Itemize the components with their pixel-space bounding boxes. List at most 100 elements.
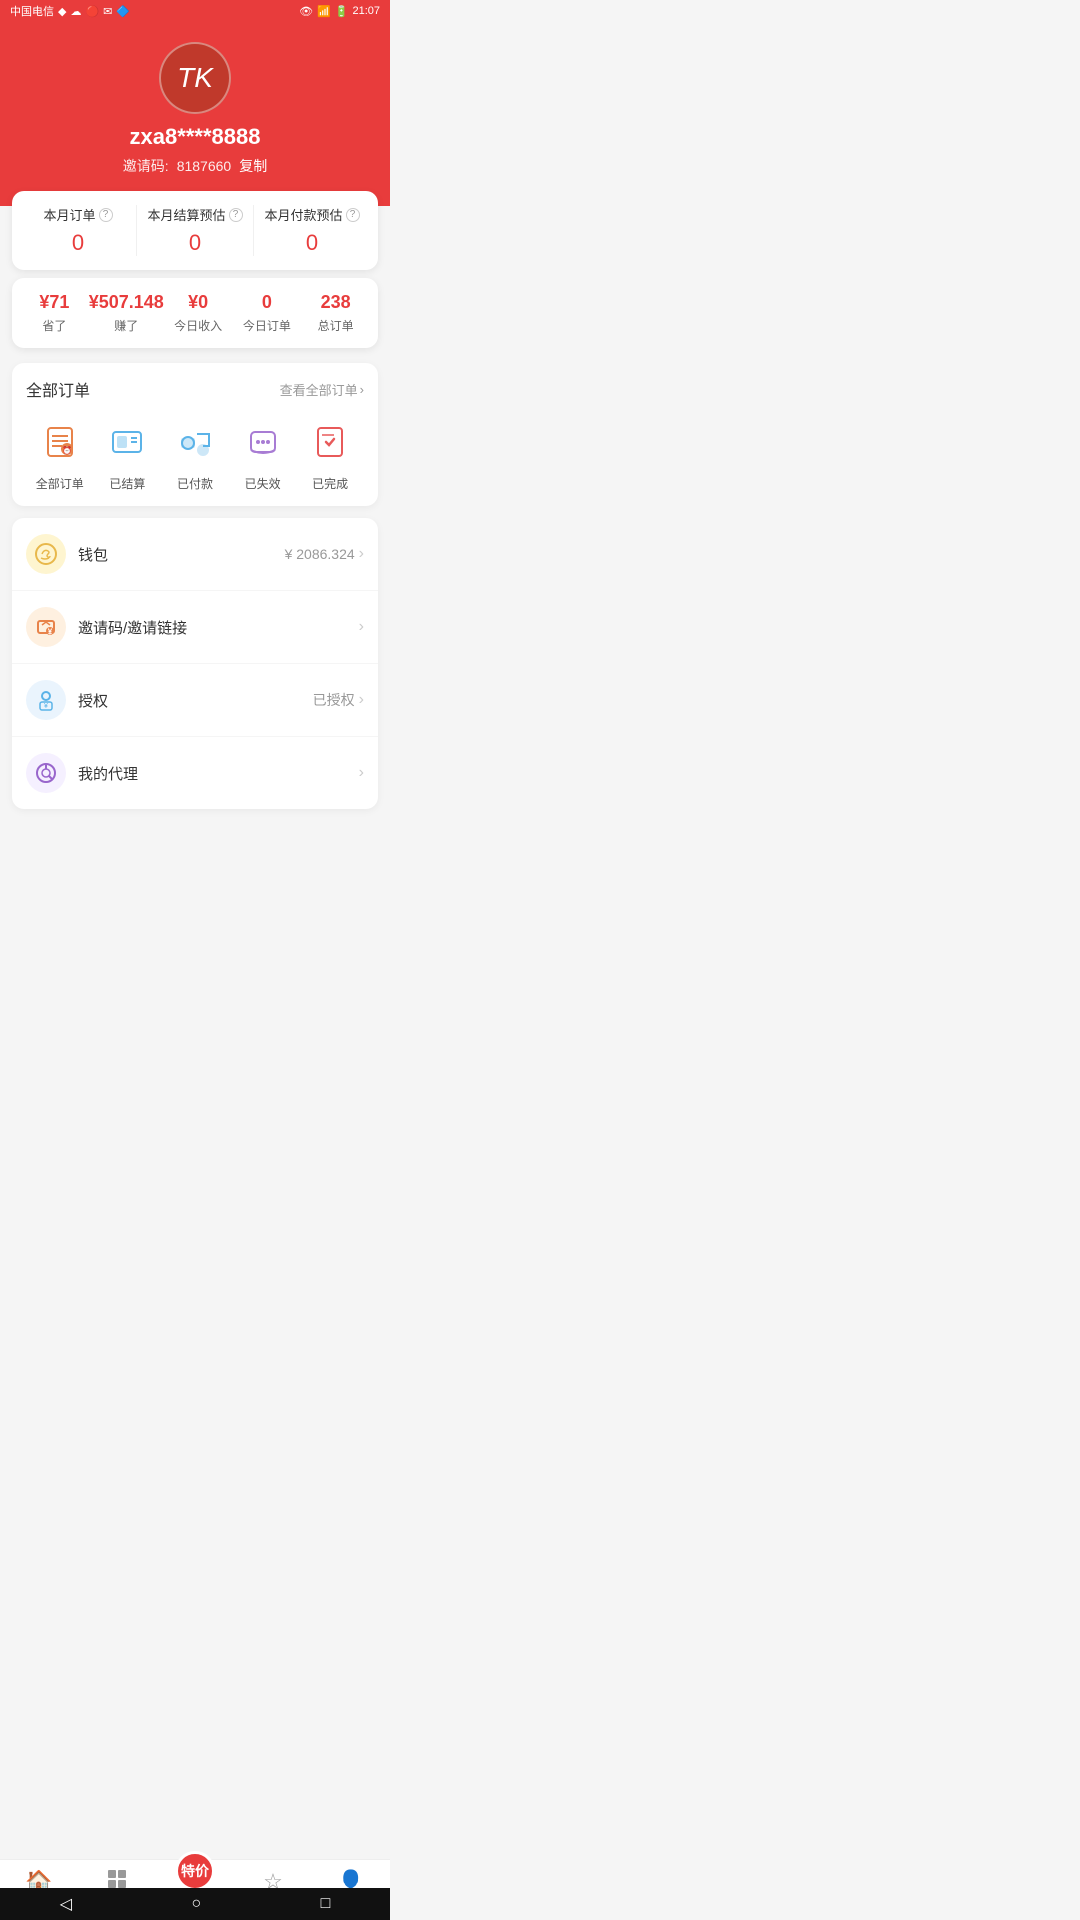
wallet-icon (26, 534, 66, 574)
invite-menu-item[interactable]: ¥ 邀请码/邀请链接 › (12, 591, 378, 664)
earned-label: 赚了 (114, 317, 138, 334)
invite-code-value: 8187660 (177, 158, 232, 174)
copy-button[interactable]: 复制 (239, 156, 267, 176)
username: zxa8****8888 (130, 124, 261, 150)
monthly-settlement: 本月结算预估 ? 0 (136, 205, 253, 256)
total-orders-value: 238 (321, 292, 351, 313)
battery-icon: 🔋 (335, 5, 349, 18)
saved-label: 省了 (42, 317, 66, 334)
paid-icon-box (170, 417, 220, 467)
settled-label: 已结算 (109, 475, 145, 492)
recents-button[interactable]: □ (321, 1895, 331, 1913)
today-income-value: ¥0 (188, 292, 208, 313)
wallet-value: ¥ 2086.324 (285, 546, 355, 562)
all-orders-icon-box: ⏰ (35, 417, 85, 467)
expired-icon-box (238, 417, 288, 467)
monthly-payment-value: 0 (306, 230, 318, 256)
invite-code-row: 邀请码: 8187660 复制 (123, 156, 267, 176)
agent-right: › (359, 764, 364, 782)
auth-value: 已授权 (313, 690, 355, 710)
orders-section: 全部订单 查看全部订单 › ⏰ 全部订单 (12, 363, 378, 506)
status-left: 中国电信 ◆ ☁ 🔴 ✉ 🔷 (10, 3, 130, 19)
agent-chevron: › (359, 764, 364, 782)
view-all-orders-button[interactable]: 查看全部订单 › (280, 380, 364, 399)
completed-icon-box (305, 417, 355, 467)
wallet-right: ¥ 2086.324 › (285, 545, 364, 563)
expired-label: 已失效 (245, 475, 281, 492)
wifi-icon: 📶 (317, 5, 331, 18)
auth-icon: ¥ (26, 680, 66, 720)
monthly-orders-value: 0 (72, 230, 84, 256)
paid-icon[interactable]: 已付款 (170, 417, 220, 492)
settled-icon[interactable]: 已结算 (102, 417, 152, 492)
expired-icon[interactable]: 已失效 (238, 417, 288, 492)
earned-value: ¥507.148 (89, 292, 164, 313)
saved-amount: ¥71 省了 (20, 292, 89, 334)
view-all-chevron: › (360, 382, 364, 397)
avatar: TK (159, 42, 231, 114)
auth-label: 授权 (78, 690, 313, 711)
status-bar: 中国电信 ◆ ☁ 🔴 ✉ 🔷 👁 📶 🔋 21:07 (0, 0, 390, 22)
monthly-settlement-value: 0 (189, 230, 201, 256)
profile-header: TK zxa8****8888 邀请码: 8187660 复制 (0, 22, 390, 206)
app-icon-3: 🔷 (116, 5, 130, 18)
carrier-text: 中国电信 (10, 3, 54, 19)
daily-stats-card: ¥71 省了 ¥507.148 赚了 ¥0 今日收入 0 今日订单 238 总订… (12, 278, 378, 348)
stats-container: 本月订单 ? 0 本月结算预估 ? 0 本月付款预估 ? 0 (12, 191, 378, 348)
auth-chevron: › (359, 691, 364, 709)
orders-section-title: 全部订单 (26, 377, 90, 401)
invite-icon: ¥ (26, 607, 66, 647)
earned-amount: ¥507.148 赚了 (89, 292, 164, 334)
today-income-label: 今日收入 (174, 317, 222, 334)
total-orders: 238 总订单 (301, 292, 370, 334)
monthly-settlement-label: 本月结算预估 (147, 205, 225, 224)
today-orders-label: 今日订单 (243, 317, 291, 334)
agent-icon (26, 753, 66, 793)
cloud-icon: ☁ (70, 5, 81, 18)
app-icon-1: 🔴 (85, 5, 99, 18)
orders-icons-row: ⏰ 全部订单 已结算 (26, 417, 364, 492)
help-icon-2[interactable]: ? (229, 208, 243, 222)
paid-label: 已付款 (177, 475, 213, 492)
wallet-chevron: › (359, 545, 364, 563)
time-text: 21:07 (352, 5, 380, 17)
invite-chevron: › (359, 618, 364, 636)
all-orders-icon[interactable]: ⏰ 全部订单 (35, 417, 85, 492)
content-area: 本月订单 ? 0 本月结算预估 ? 0 本月付款预估 ? 0 (0, 206, 390, 893)
monthly-payment-label: 本月付款预估 (264, 205, 342, 224)
wallet-label: 钱包 (78, 544, 285, 565)
help-icon-3[interactable]: ? (346, 208, 360, 222)
today-orders: 0 今日订单 (233, 292, 302, 334)
monthly-stats-card: 本月订单 ? 0 本月结算预估 ? 0 本月付款预估 ? 0 (12, 191, 378, 270)
home-button[interactable]: ○ (191, 1895, 201, 1913)
invite-label: 邀请码: (123, 156, 169, 176)
total-orders-label: 总订单 (318, 317, 354, 334)
menu-list: 钱包 ¥ 2086.324 › ¥ 邀请码/邀请链接 › (12, 518, 378, 809)
signal-icon: ◆ (58, 5, 66, 18)
monthly-orders-label: 本月订单 (43, 205, 95, 224)
agent-label: 我的代理 (78, 763, 359, 784)
agent-menu-item[interactable]: 我的代理 › (12, 737, 378, 809)
orders-header: 全部订单 查看全部订单 › (26, 377, 364, 401)
completed-icon[interactable]: 已完成 (305, 417, 355, 492)
svg-text:⏰: ⏰ (62, 445, 72, 455)
help-icon-1[interactable]: ? (99, 208, 113, 222)
today-income: ¥0 今日收入 (164, 292, 233, 334)
monthly-payment: 本月付款预估 ? 0 (253, 205, 370, 256)
special-icon: 特价 (181, 1861, 209, 1881)
today-orders-value: 0 (262, 292, 272, 313)
monthly-orders: 本月订单 ? 0 (20, 205, 136, 256)
completed-label: 已完成 (312, 475, 348, 492)
eye-icon: 👁 (299, 5, 313, 18)
svg-text:¥: ¥ (44, 703, 48, 710)
saved-value: ¥71 (39, 292, 69, 313)
wallet-menu-item[interactable]: 钱包 ¥ 2086.324 › (12, 518, 378, 591)
status-right: 👁 📶 🔋 21:07 (299, 5, 380, 18)
auth-menu-item[interactable]: ¥ 授权 已授权 › (12, 664, 378, 737)
view-all-label: 查看全部订单 (280, 380, 358, 399)
settled-icon-box (102, 417, 152, 467)
back-button[interactable]: ◁ (60, 1894, 72, 1914)
android-nav: ◁ ○ □ (0, 1888, 390, 1920)
invite-label: 邀请码/邀请链接 (78, 617, 359, 638)
invite-right: › (359, 618, 364, 636)
